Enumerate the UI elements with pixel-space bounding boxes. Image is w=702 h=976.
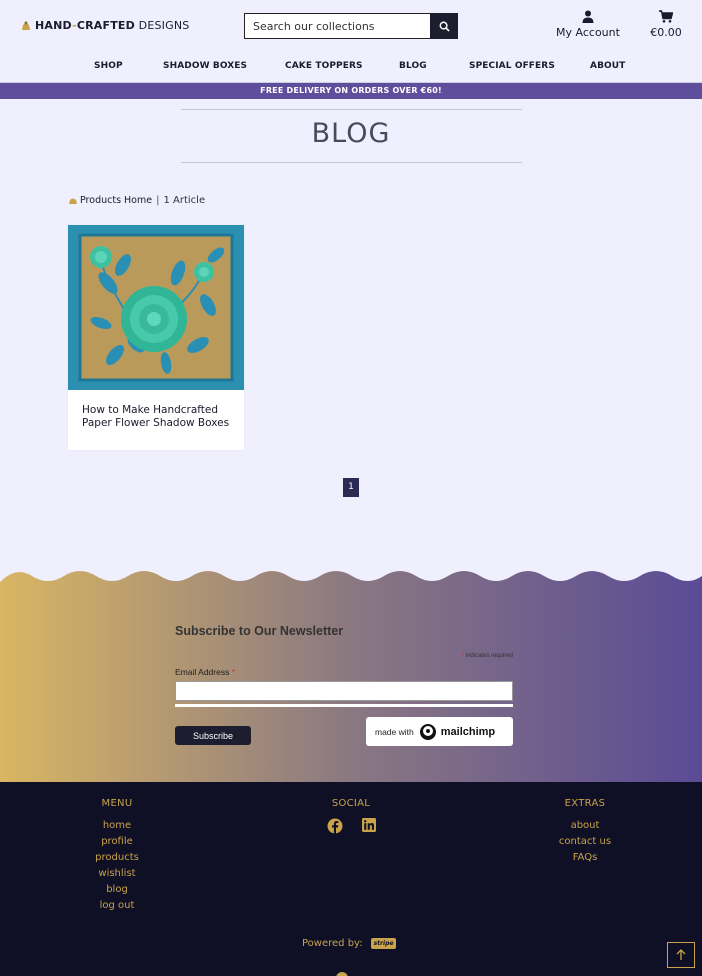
home-icon	[69, 198, 77, 204]
breadcrumb-products-home[interactable]: Products Home	[80, 195, 152, 206]
back-to-top-button[interactable]	[667, 942, 695, 968]
nav-item-about[interactable]: ABOUT	[590, 61, 625, 71]
nav-item-shadow-boxes[interactable]: SHADOW BOXES	[163, 61, 247, 71]
cart-total: €0.00	[650, 26, 682, 39]
account-label: My Account	[556, 26, 620, 39]
mailchimp-made-with: made with	[375, 726, 414, 737]
search-icon	[439, 21, 450, 32]
email-field[interactable]	[175, 681, 513, 701]
arrow-up-icon	[676, 949, 686, 960]
breadcrumb: Products Home | 1 Article	[68, 195, 205, 206]
footer-social-heading: SOCIAL	[331, 798, 371, 809]
user-icon	[582, 10, 594, 23]
footer-menu-heading: MENU	[101, 798, 133, 809]
social-icons	[276, 818, 426, 834]
promo-banner: FREE DELIVERY ON ORDERS OVER €60!	[0, 83, 702, 99]
footer-link-profile[interactable]: profile	[42, 834, 192, 850]
logo-icon	[22, 21, 30, 30]
email-field-underline	[175, 704, 513, 707]
newsletter-background	[0, 571, 702, 782]
required-note: * indicates required	[461, 653, 513, 659]
article-image	[68, 225, 244, 390]
footer-link-products[interactable]: products	[42, 850, 192, 866]
stripe-logo: stripe	[370, 938, 397, 949]
nav-item-cake-toppers[interactable]: CAKE TOPPERS	[285, 61, 363, 71]
mailchimp-brand: mailchimp	[440, 725, 496, 738]
site-footer: MENU home profile products wishlist blog…	[0, 782, 702, 976]
footer-link-wishlist[interactable]: wishlist	[42, 866, 192, 882]
article-title[interactable]: How to Make Handcrafted Paper Flower Sha…	[82, 404, 232, 429]
cart-icon	[659, 10, 673, 23]
footer-extras-heading: EXTRAS	[564, 798, 606, 809]
site-header: HAND-CRAFTED DESIGNS My Account €0.00	[0, 0, 702, 52]
footer-link-about[interactable]: about	[510, 818, 660, 834]
my-account-link[interactable]: My Account	[552, 10, 624, 39]
facebook-icon[interactable]	[327, 818, 343, 834]
search-button[interactable]	[430, 13, 458, 39]
nav-item-shop[interactable]: SHOP	[94, 61, 123, 71]
nav-item-blog[interactable]: BLOG	[399, 61, 427, 71]
subscribe-button[interactable]: Subscribe	[175, 726, 251, 745]
title-rule-top	[181, 109, 522, 110]
pagination-page-1[interactable]: 1	[343, 478, 359, 497]
bottom-indicator	[336, 972, 348, 976]
article-card[interactable]: How to Make Handcrafted Paper Flower Sha…	[68, 225, 244, 450]
page-title: BLOG	[311, 118, 391, 149]
mailchimp-icon	[419, 723, 436, 740]
mailchimp-badge[interactable]: made with mailchimp	[366, 717, 513, 746]
nav-item-special-offers[interactable]: SPECIAL OFFERS	[469, 61, 555, 71]
search-bar	[244, 13, 458, 39]
email-label: Email Address *	[175, 667, 236, 677]
footer-social: SOCIAL	[276, 798, 426, 834]
newsletter-title: Subscribe to Our Newsletter	[175, 624, 344, 638]
footer-link-blog[interactable]: blog	[42, 882, 192, 898]
footer-link-contact-us[interactable]: contact us	[510, 834, 660, 850]
title-rule-bottom	[181, 162, 522, 163]
footer-menu: MENU home profile products wishlist blog…	[42, 798, 192, 914]
main-nav: SHOP SHADOW BOXES CAKE TOPPERS BLOG SPEC…	[0, 52, 702, 83]
breadcrumb-separator: |	[156, 195, 160, 206]
footer-link-logout[interactable]: log out	[42, 898, 192, 914]
logo-text: HAND-CRAFTED DESIGNS	[35, 19, 190, 32]
footer-link-faqs[interactable]: FAQs	[510, 850, 660, 866]
powered-by-label: Powered by:	[302, 938, 363, 949]
linkedin-icon[interactable]	[361, 818, 376, 834]
footer-link-home[interactable]: home	[42, 818, 192, 834]
search-input[interactable]	[244, 13, 430, 39]
footer-extras: EXTRAS about contact us FAQs	[510, 798, 660, 866]
article-count: 1 Article	[163, 195, 206, 206]
site-logo[interactable]: HAND-CRAFTED DESIGNS	[20, 19, 189, 32]
cart-link[interactable]: €0.00	[640, 10, 692, 39]
powered-by: Powered by: stripe	[302, 938, 397, 949]
